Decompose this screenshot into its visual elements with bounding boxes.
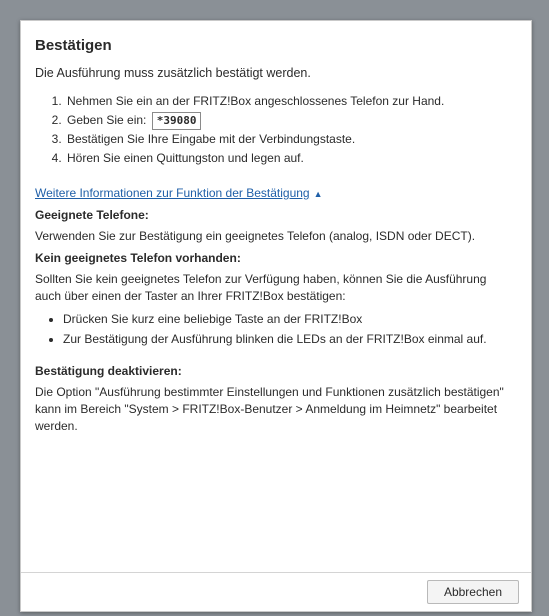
step-text: Hören Sie einen Quittungston und legen a… [67,151,304,165]
step-text: Bestätigen Sie Ihre Eingabe mit der Verb… [67,132,356,146]
cancel-button[interactable]: Abbrechen [426,580,519,604]
dialog-content: Bestätigen Die Ausführung muss zusätzlic… [21,21,531,435]
chevron-up-icon[interactable]: ▲ [314,189,323,199]
deactivate-heading: Bestätigung deaktivieren: [35,364,182,378]
no-phone-text: Sollten Sie kein geeignetes Telefon zur … [35,272,487,303]
step-text: Nehmen Sie ein an der FRITZ!Box angeschl… [67,94,445,108]
list-item: Drücken Sie kurz eine beliebige Taste an… [63,311,513,328]
intro-text: Die Ausführung muss zusätzlich bestätigt… [35,66,311,80]
more-info-link[interactable]: Weitere Informationen zur Funktion der B… [35,186,310,200]
step-item: Nehmen Sie ein an der FRITZ!Box angeschl… [65,92,513,111]
deactivate-text: Die Option "Ausführung bestimmter Einste… [35,385,504,433]
dial-code: *39080 [151,112,202,130]
no-phone-heading: Kein geeignetes Telefon vorhanden: [35,251,241,265]
dialog-footer: Abbrechen [21,572,531,611]
step-item: Hören Sie einen Quittungston und legen a… [65,149,513,168]
suitable-phones-heading: Geeignete Telefone: [35,208,149,222]
confirmation-dialog: Bestätigen Die Ausführung muss zusätzlic… [20,20,532,612]
more-info-link-text: Weitere Informationen zur Funktion der B… [35,186,310,200]
dialog-title: Bestätigen [35,37,112,54]
step-item: Geben Sie ein: *39080 [65,111,513,130]
suitable-phones-text: Verwenden Sie zur Bestätigung ein geeign… [35,229,476,243]
list-item: Zur Bestätigung der Ausführung blinken d… [63,331,513,348]
steps-list: Nehmen Sie ein an der FRITZ!Box angeschl… [35,92,513,168]
step-text: Geben Sie ein: [67,113,147,127]
button-options-list: Drücken Sie kurz eine beliebige Taste an… [35,311,513,348]
step-item: Bestätigen Sie Ihre Eingabe mit der Verb… [65,130,513,149]
